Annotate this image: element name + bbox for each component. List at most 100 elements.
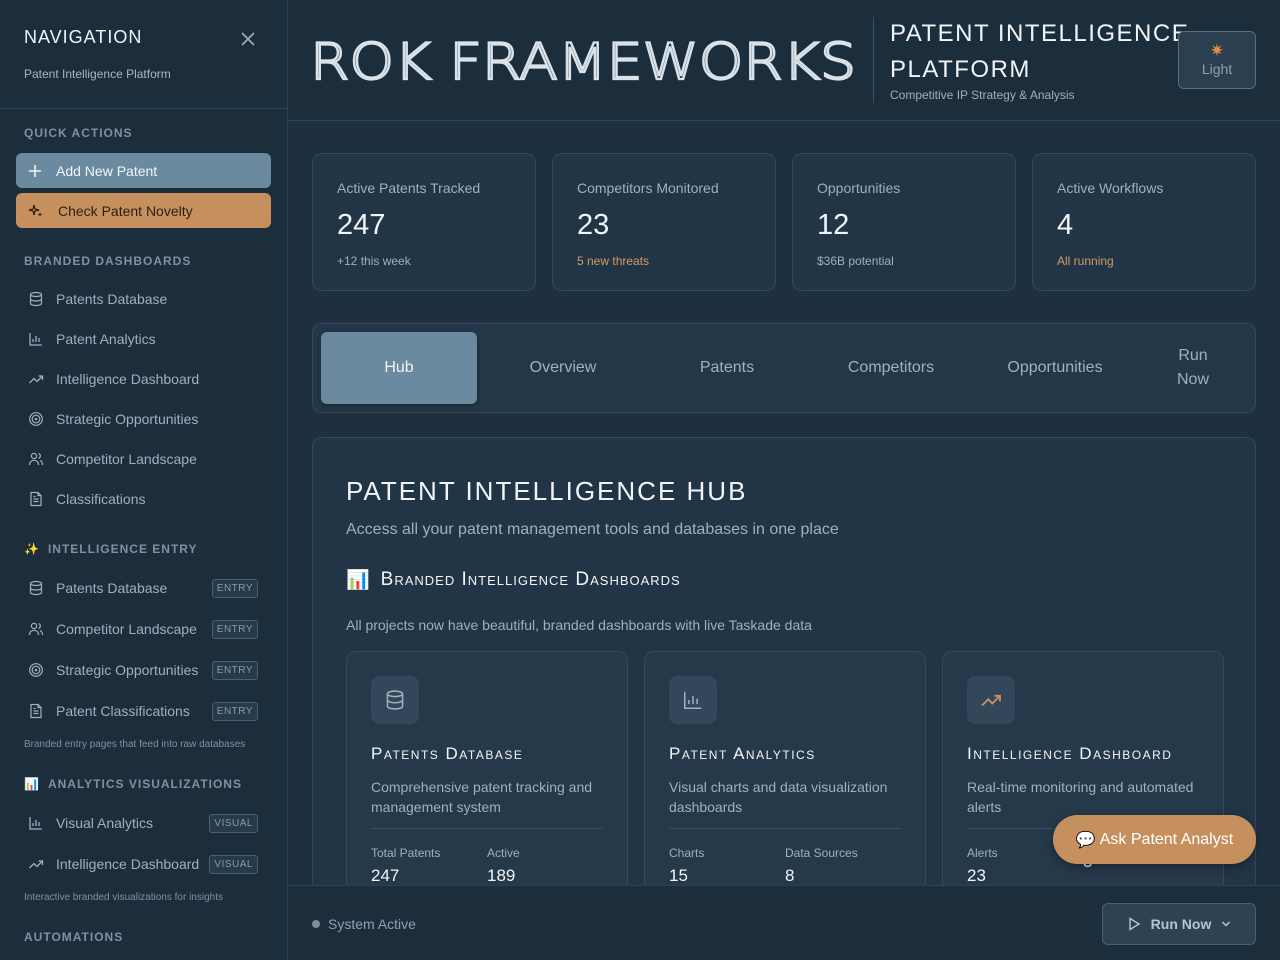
sidebar-item-visual-analytics[interactable]: Visual Analytics VISUAL [0,803,287,843]
target-icon [29,412,43,426]
stat-note: 5 new threats [577,254,650,268]
card-stat-label: Total Patents [371,846,441,860]
sidebar-title: NAVIGATION [24,27,143,47]
sidebar-item-entry-competitor-landscape[interactable]: Competitor Landscape ENTRY [0,609,287,649]
bar-chart-icon [29,817,42,830]
trending-up-icon [981,694,1001,707]
chart-emoji-icon: 📊 [346,570,371,591]
header-divider [873,17,874,103]
sidebar-item-label: Classifications [56,491,146,507]
quick-actions-heading: QUICK ACTIONS [0,126,133,140]
tab-competitors[interactable]: Competitors [813,332,969,404]
sidebar-item-label: Patents Database [56,580,168,596]
card-icon-box [967,676,1015,724]
chart-emoji-icon: 📊 [24,777,40,791]
tab-patents[interactable]: Patents [649,332,805,404]
theme-toggle-label: Light [1201,61,1233,77]
section-heading: 📊 Branded Intelligence Dashboards [346,568,681,592]
sidebar-item-patent-analytics[interactable]: Patent Analytics [0,319,287,359]
close-icon[interactable] [239,30,257,48]
stat-card-competitors: Competitors Monitored 23 5 new threats [552,153,776,291]
sidebar-item-entry-patent-classifications[interactable]: Patent Classifications ENTRY [0,691,287,731]
stat-note: All running [1057,254,1114,268]
header: ROK FRAMEWORKS PATENT INTELLIGENCE PLATF… [288,0,1280,121]
add-new-patent-label: Add New Patent [56,162,158,179]
sidebar: NAVIGATION Patent Intelligence Platform … [0,0,288,960]
sidebar-item-label: Strategic Opportunities [56,662,199,678]
card-stat-value: 23 [967,866,986,885]
sidebar-item-intelligence-dashboard[interactable]: Intelligence Dashboard [0,359,287,399]
card-stat-value: 247 [371,866,400,885]
tab-hub[interactable]: Hub [321,332,477,404]
chevron-down-icon [1222,921,1231,927]
sidebar-item-label: Patents Database [56,291,168,307]
intelligence-entry-heading-label: INTELLIGENCE ENTRY [47,542,198,556]
stat-value: 4 [1057,209,1074,241]
stat-note: +12 this week [337,254,411,268]
tab-overview[interactable]: Overview [485,332,641,404]
card-description: Comprehensive patent tracking and manage… [371,779,593,815]
sidebar-item-entry-patents-database[interactable]: Patents Database ENTRY [0,568,287,608]
sidebar-item-label: Competitor Landscape [56,451,197,467]
stat-card-active-patents: Active Patents Tracked 247 +12 this week [312,153,536,291]
card-stats: Total Patents 247 Active 189 [371,846,603,886]
sidebar-item-label: Patent Analytics [56,331,156,347]
sidebar-item-classifications[interactable]: Classifications [0,479,287,519]
card-stat-label: Charts [669,846,705,860]
stat-note: $36B potential [817,254,894,268]
sidebar-item-visual-intelligence-dashboard[interactable]: Intelligence Dashboard VISUAL [0,844,287,884]
add-new-patent-button[interactable]: Add New Patent [16,153,271,188]
sidebar-header: NAVIGATION Patent Intelligence Platform [0,0,287,109]
sidebar-item-competitor-landscape[interactable]: Competitor Landscape [0,439,287,479]
users-icon [28,452,44,466]
card-stat-label: Active [487,846,520,860]
sun-icon: ✷ [1209,41,1225,60]
intelligence-entry-heading: ✨ INTELLIGENCE ENTRY [0,542,198,556]
stat-value: 12 [817,209,850,241]
sidebar-item-label: Patent Classifications [56,703,190,719]
users-icon [28,622,44,636]
hub-panel: PATENT INTELLIGENCE HUB Access all your … [312,437,1256,960]
sidebar-item-label: Strategic Opportunities [56,411,199,427]
check-patent-novelty-button[interactable]: Check Patent Novelty [16,193,271,228]
automations-heading-label: AUTOMATIONS [24,930,124,944]
page-title: PATENT INTELLIGENCE PLATFORM [890,20,1190,83]
database-icon [386,690,404,710]
system-status: System Active [312,916,416,932]
theme-toggle-button[interactable]: ✷ Light [1178,31,1256,89]
card-stats: Charts 15 Data Sources 8 [669,846,901,886]
ask-patent-analyst-button[interactable]: 💬 Ask Patent Analyst [1053,815,1256,864]
sidebar-item-entry-strategic-opportunities[interactable]: Strategic Opportunities ENTRY [0,650,287,690]
speech-bubble-icon: 💬 [1075,831,1096,849]
tab-run-now[interactable]: Run Now [1161,332,1225,404]
card-description: Visual charts and data visualization das… [669,779,888,815]
sparkles-icon [28,204,43,217]
document-icon [30,491,42,507]
database-icon [29,291,43,307]
plus-icon [29,164,41,177]
ask-patent-analyst-label: Ask Patent Analyst [1099,830,1234,848]
quick-actions-heading-label: QUICK ACTIONS [24,126,133,140]
visual-badge: VISUAL [209,854,258,874]
card-title: Patent Analytics [669,744,816,763]
tab-opportunities[interactable]: Opportunities [977,332,1133,404]
sidebar-subtitle: Patent Intelligence Platform [24,67,171,81]
card-stat-label: Data Sources [785,846,858,860]
sidebar-item-patents-database[interactable]: Patents Database [0,279,287,319]
sidebar-item-strategic-opportunities[interactable]: Strategic Opportunities [0,399,287,439]
stat-card-opportunities: Opportunities 12 $36B potential [792,153,1016,291]
analytics-note: Interactive branded visualizations for i… [24,892,223,903]
analytics-visualizations-heading-label: ANALYTICS VISUALIZATIONS [47,777,242,791]
card-divider [371,828,603,829]
card-stat-value: 189 [487,866,516,885]
branded-dashboards-heading: BRANDED DASHBOARDS [0,254,191,268]
entry-badge: ENTRY [211,578,258,598]
card-title: Intelligence Dashboard [967,744,1173,763]
card-divider [669,828,901,829]
run-now-button[interactable]: Run Now [1102,903,1256,945]
card-title: Patents Database [371,744,524,763]
check-patent-novelty-label: Check Patent Novelty [58,202,193,219]
brand-logo: ROK FRAMEWORKS [310,32,857,86]
stat-value: 23 [577,209,610,241]
run-now-label: Run Now [1150,916,1212,932]
